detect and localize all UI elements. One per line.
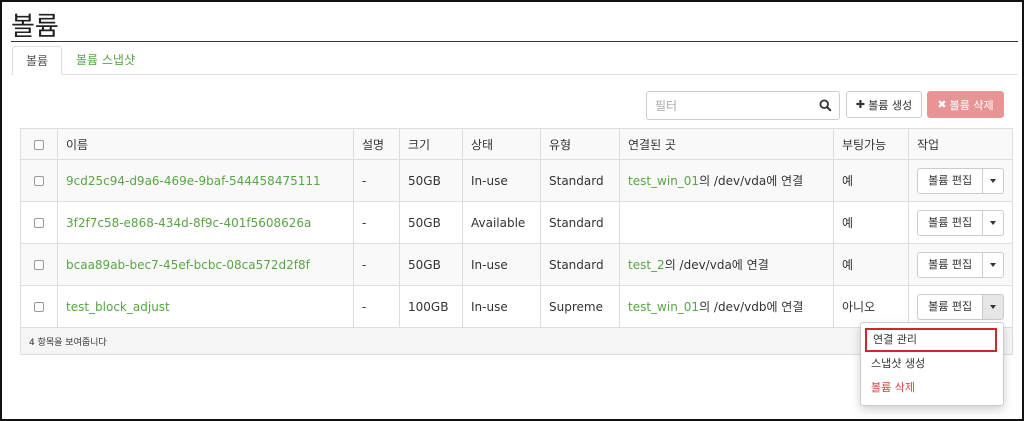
window-frame: 볼륨 볼륨 볼륨 스냅샷 ✚ 볼륨 생성 ✖ 볼륨 삭제 (0, 0, 1024, 421)
volume-name-link[interactable]: bcaa89ab-bec7-45ef-bcbc-08ca572d2f8f (66, 258, 310, 272)
row-select-cell (20, 201, 58, 244)
attached-instance-link[interactable]: test_2 (628, 258, 665, 272)
attachment-detail: 의 /dev/vda에 연결 (699, 174, 804, 188)
row-checkbox[interactable] (34, 218, 44, 228)
row-action-group: 볼륨 편집 (917, 251, 1004, 278)
row-actions-toggle[interactable] (983, 209, 1004, 236)
page-title: 볼륨 (11, 12, 59, 42)
table-row: bcaa89ab-bec7-45ef-bcbc-08ca572d2f8f - 5… (20, 243, 1013, 286)
filter-box (646, 91, 840, 120)
delete-volumes-label: 볼륨 삭제 (949, 98, 994, 112)
edit-volume-button[interactable]: 볼륨 편집 (917, 293, 984, 320)
volume-description: - (353, 285, 400, 328)
row-action-group: 볼륨 편집 (917, 293, 1004, 320)
row-actions-menu: 연결 관리 스냅샷 생성 볼륨 삭제 (860, 322, 1004, 406)
row-actions-toggle[interactable] (983, 293, 1004, 320)
volume-attachment: test_win_01의 /dev/vda에 연결 (619, 159, 834, 202)
attached-instance-link[interactable]: test_win_01 (628, 300, 699, 314)
caret-down-icon (990, 304, 997, 309)
volume-status: In-use (462, 159, 541, 202)
column-header-actions: 작업 (908, 128, 1013, 160)
actions-cell: 볼륨 편집 (908, 201, 1013, 244)
column-header-type[interactable]: 유형 (540, 128, 620, 160)
volume-name-cell: bcaa89ab-bec7-45ef-bcbc-08ca572d2f8f (57, 243, 354, 286)
volume-status: In-use (462, 243, 541, 286)
actions-cell: 볼륨 편집 (908, 243, 1013, 286)
volume-attachment (619, 201, 834, 244)
actions-cell: 볼륨 편집 (908, 159, 1013, 202)
table-row: 3f2f7c58-e868-434d-8f9c-401f5608626a - 5… (20, 201, 1013, 244)
row-checkbox[interactable] (34, 176, 44, 186)
tab-bar: 볼륨 볼륨 스냅샷 (11, 46, 1018, 75)
volumes-table: 이름 설명 크기 상태 유형 연결된 곳 부팅가능 작업 9cd25c94-d9… (20, 128, 1013, 355)
volume-type: Standard (540, 243, 620, 286)
caret-down-icon (990, 262, 997, 267)
create-volume-label: 볼륨 생성 (868, 98, 913, 112)
menu-item-manage-attachments[interactable]: 연결 관리 (865, 328, 997, 352)
edit-volume-button[interactable]: 볼륨 편집 (917, 167, 984, 194)
volume-type: Supreme (540, 285, 620, 328)
row-checkbox[interactable] (34, 302, 44, 312)
search-icon (818, 99, 832, 112)
volume-name-cell: 9cd25c94-d9a6-469e-9baf-544458475111 (57, 159, 354, 202)
volume-bootable: 예 (833, 201, 909, 244)
row-select-cell (20, 285, 58, 328)
volume-type: Standard (540, 159, 620, 202)
plus-icon: ✚ (855, 98, 866, 111)
column-header-bootable[interactable]: 부팅가능 (833, 128, 909, 160)
row-select-cell (20, 243, 58, 286)
column-header-description[interactable]: 설명 (353, 128, 400, 160)
menu-item-create-snapshot[interactable]: 스냅샷 생성 (861, 352, 1003, 376)
column-header-attached-to[interactable]: 연결된 곳 (619, 128, 834, 160)
row-checkbox[interactable] (34, 260, 44, 270)
tab-volumes[interactable]: 볼륨 (12, 46, 63, 75)
caret-down-icon (990, 178, 997, 183)
volume-name-link[interactable]: 3f2f7c58-e868-434d-8f9c-401f5608626a (66, 216, 311, 230)
volume-status: In-use (462, 285, 541, 328)
volume-name-link[interactable]: test_block_adjust (66, 300, 170, 314)
select-all-checkbox[interactable] (34, 139, 44, 150)
volume-attachment: test_win_01의 /dev/vdb에 연결 (619, 285, 834, 328)
volume-description: - (353, 243, 400, 286)
column-header-status[interactable]: 상태 (462, 128, 541, 160)
volume-size: 50GB (399, 159, 463, 202)
close-icon: ✖ (937, 98, 947, 111)
table-header-row: 이름 설명 크기 상태 유형 연결된 곳 부팅가능 작업 (20, 128, 1013, 160)
row-select-cell (20, 159, 58, 202)
menu-item-delete-volume[interactable]: 볼륨 삭제 (861, 376, 1003, 400)
column-header-name[interactable]: 이름 (57, 128, 354, 160)
volume-name-link[interactable]: 9cd25c94-d9a6-469e-9baf-544458475111 (66, 174, 321, 188)
volume-bootable: 예 (833, 243, 909, 286)
volume-type: Standard (540, 201, 620, 244)
create-volume-button[interactable]: ✚ 볼륨 생성 (846, 91, 922, 118)
volume-description: - (353, 201, 400, 244)
attachment-detail: 의 /dev/vdb에 연결 (699, 300, 804, 314)
volume-size: 50GB (399, 201, 463, 244)
tab-volume-snapshots[interactable]: 볼륨 스냅샷 (63, 46, 148, 75)
attachment-detail: 의 /dev/vda에 연결 (664, 258, 769, 272)
title-divider (11, 41, 1018, 42)
column-header-size[interactable]: 크기 (399, 128, 463, 160)
delete-volumes-button[interactable]: ✖ 볼륨 삭제 (927, 91, 1004, 118)
volume-attachment: test_2의 /dev/vda에 연결 (619, 243, 834, 286)
volume-name-cell: test_block_adjust (57, 285, 354, 328)
edit-volume-button[interactable]: 볼륨 편집 (917, 251, 984, 278)
row-actions-toggle[interactable] (983, 251, 1004, 278)
volume-status: Available (462, 201, 541, 244)
table-row: 9cd25c94-d9a6-469e-9baf-544458475111 - 5… (20, 159, 1013, 202)
row-action-group: 볼륨 편집 (917, 209, 1004, 236)
volume-size: 50GB (399, 243, 463, 286)
row-action-group: 볼륨 편집 (917, 167, 1004, 194)
row-actions-toggle[interactable] (983, 167, 1004, 194)
select-all-cell (20, 128, 58, 160)
edit-volume-button[interactable]: 볼륨 편집 (917, 209, 984, 236)
volume-bootable: 예 (833, 159, 909, 202)
attached-instance-link[interactable]: test_win_01 (628, 174, 699, 188)
volume-size: 100GB (399, 285, 463, 328)
filter-input[interactable] (647, 92, 813, 119)
volume-name-cell: 3f2f7c58-e868-434d-8f9c-401f5608626a (57, 201, 354, 244)
caret-down-icon (990, 220, 997, 225)
search-button[interactable] (811, 92, 839, 119)
volume-description: - (353, 159, 400, 202)
